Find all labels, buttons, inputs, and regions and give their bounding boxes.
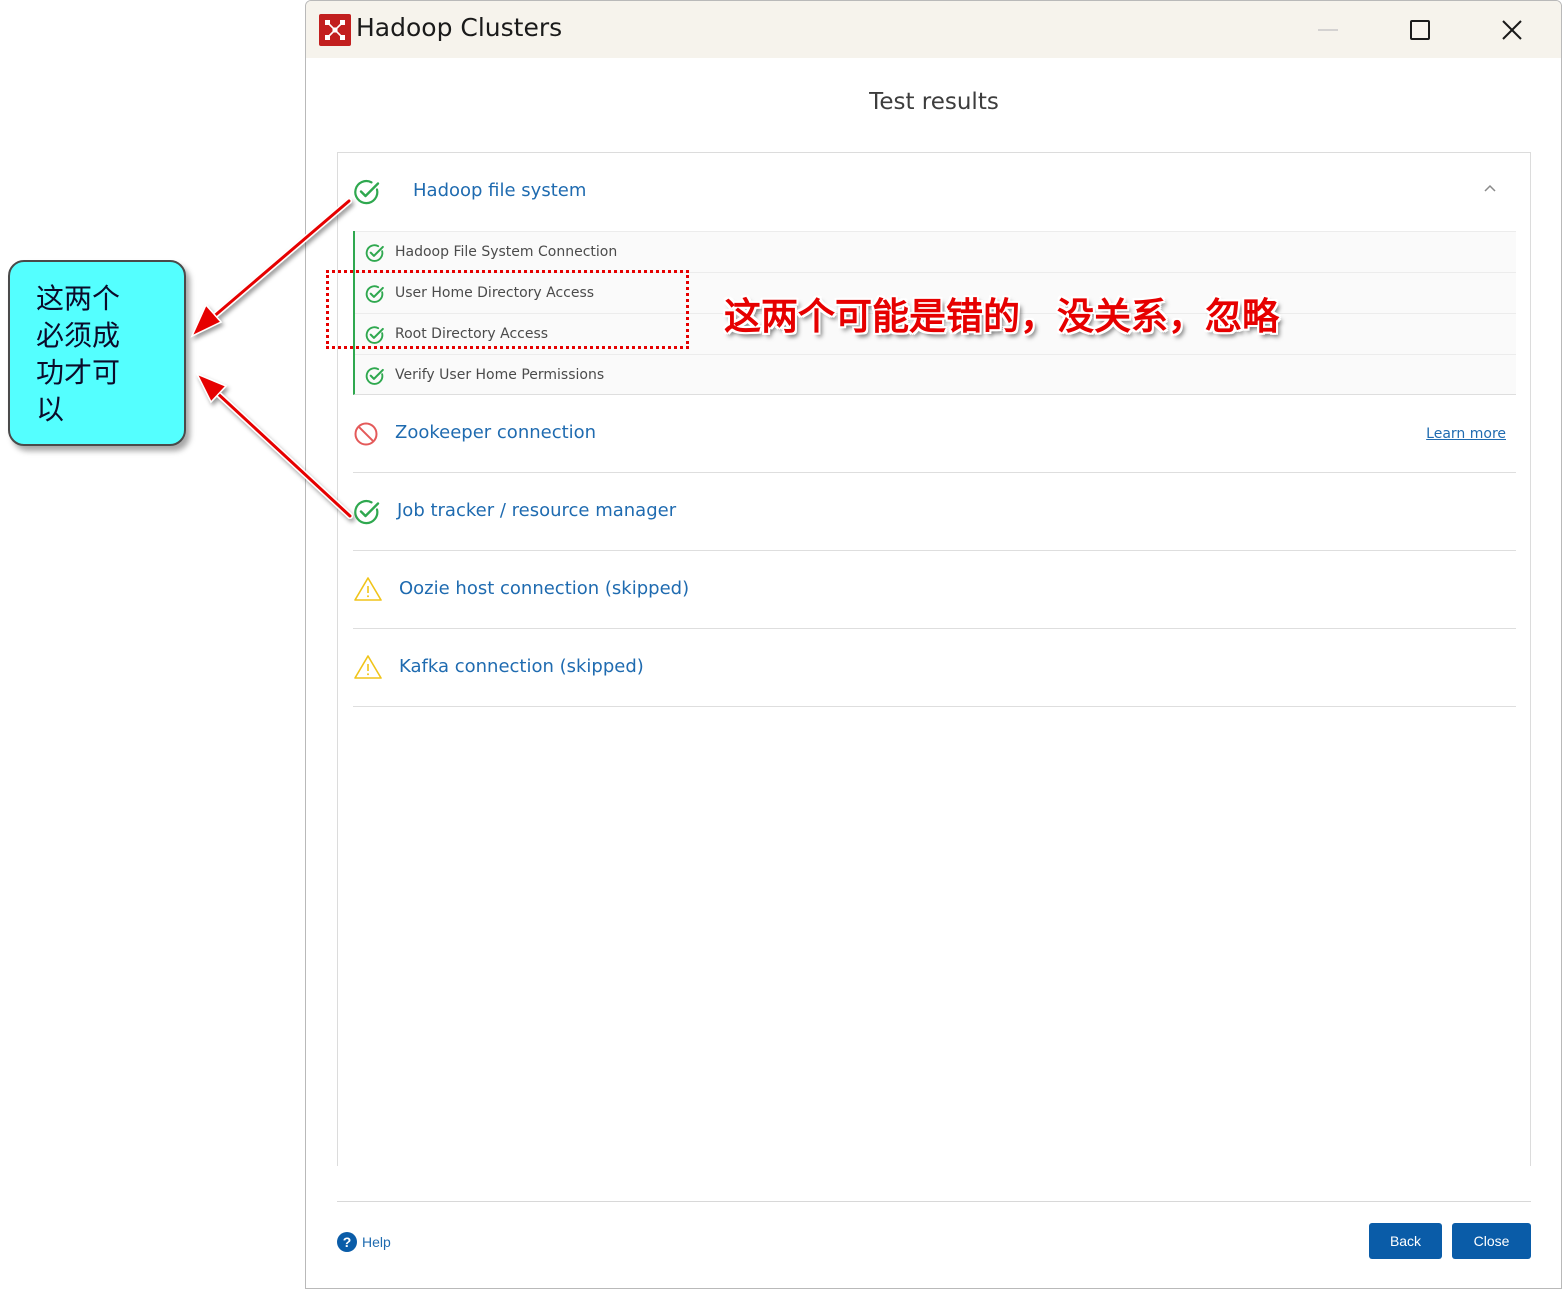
learn-more-link[interactable]: Learn more <box>1426 426 1506 442</box>
success-check-icon <box>354 500 380 525</box>
close-window-button[interactable] <box>1466 1 1558 58</box>
success-check-icon <box>365 244 384 262</box>
list-item: Verify User Home Permissions <box>355 354 1516 395</box>
svg-text:?: ? <box>343 1234 352 1250</box>
success-check-icon <box>365 367 384 385</box>
maximize-button[interactable] <box>1374 1 1466 58</box>
section-label: Job tracker / resource manager <box>397 500 677 521</box>
annotation-note: 这两个可能是错的，没关系，忽略 <box>724 294 1279 338</box>
title-bar: Hadoop Clusters <box>306 1 1561 58</box>
error-block-icon <box>354 422 378 446</box>
section-label: Hadoop file system <box>413 180 587 201</box>
section-label: Zookeeper connection <box>395 422 597 443</box>
check-label: Verify User Home Permissions <box>395 367 605 383</box>
minimize-icon <box>1318 28 1338 31</box>
annotation-highlight-box <box>326 270 689 349</box>
minimize-button[interactable] <box>1282 1 1374 58</box>
footer-divider <box>337 1201 1531 1202</box>
check-label: Hadoop File System Connection <box>395 244 618 260</box>
hadoop-clusters-dialog: Hadoop Clusters Test results Hadoop file… <box>305 0 1562 1289</box>
back-button[interactable]: Back <box>1369 1223 1442 1259</box>
list-item: Hadoop File System Connection <box>355 231 1516 272</box>
annotation-callout: 这两个 必须成 功才可 以 <box>8 260 186 446</box>
chevron-up-icon[interactable] <box>1483 183 1497 193</box>
section-label: Oozie host connection (skipped) <box>399 578 690 599</box>
help-link[interactable]: ? Help <box>337 1230 391 1254</box>
window-title: Hadoop Clusters <box>356 13 563 42</box>
section-kafka-connection[interactable]: Kafka connection (skipped) <box>353 629 1516 707</box>
warning-icon <box>354 655 382 679</box>
help-label: Help <box>362 1234 391 1250</box>
warning-icon <box>354 577 382 601</box>
close-button[interactable]: Close <box>1452 1223 1531 1259</box>
section-zookeeper-connection[interactable]: Zookeeper connection Learn more <box>353 395 1516 473</box>
help-icon: ? <box>337 1232 357 1252</box>
section-job-tracker[interactable]: Job tracker / resource manager <box>353 473 1516 551</box>
success-check-icon <box>354 180 380 205</box>
app-logo-icon <box>319 14 351 46</box>
section-hadoop-file-system[interactable]: Hadoop file system <box>353 153 1516 231</box>
maximize-icon <box>1410 19 1430 40</box>
page-title: Test results <box>869 89 999 115</box>
section-label: Kafka connection (skipped) <box>399 656 644 677</box>
close-icon <box>1502 19 1522 40</box>
section-oozie-connection[interactable]: Oozie host connection (skipped) <box>353 551 1516 629</box>
